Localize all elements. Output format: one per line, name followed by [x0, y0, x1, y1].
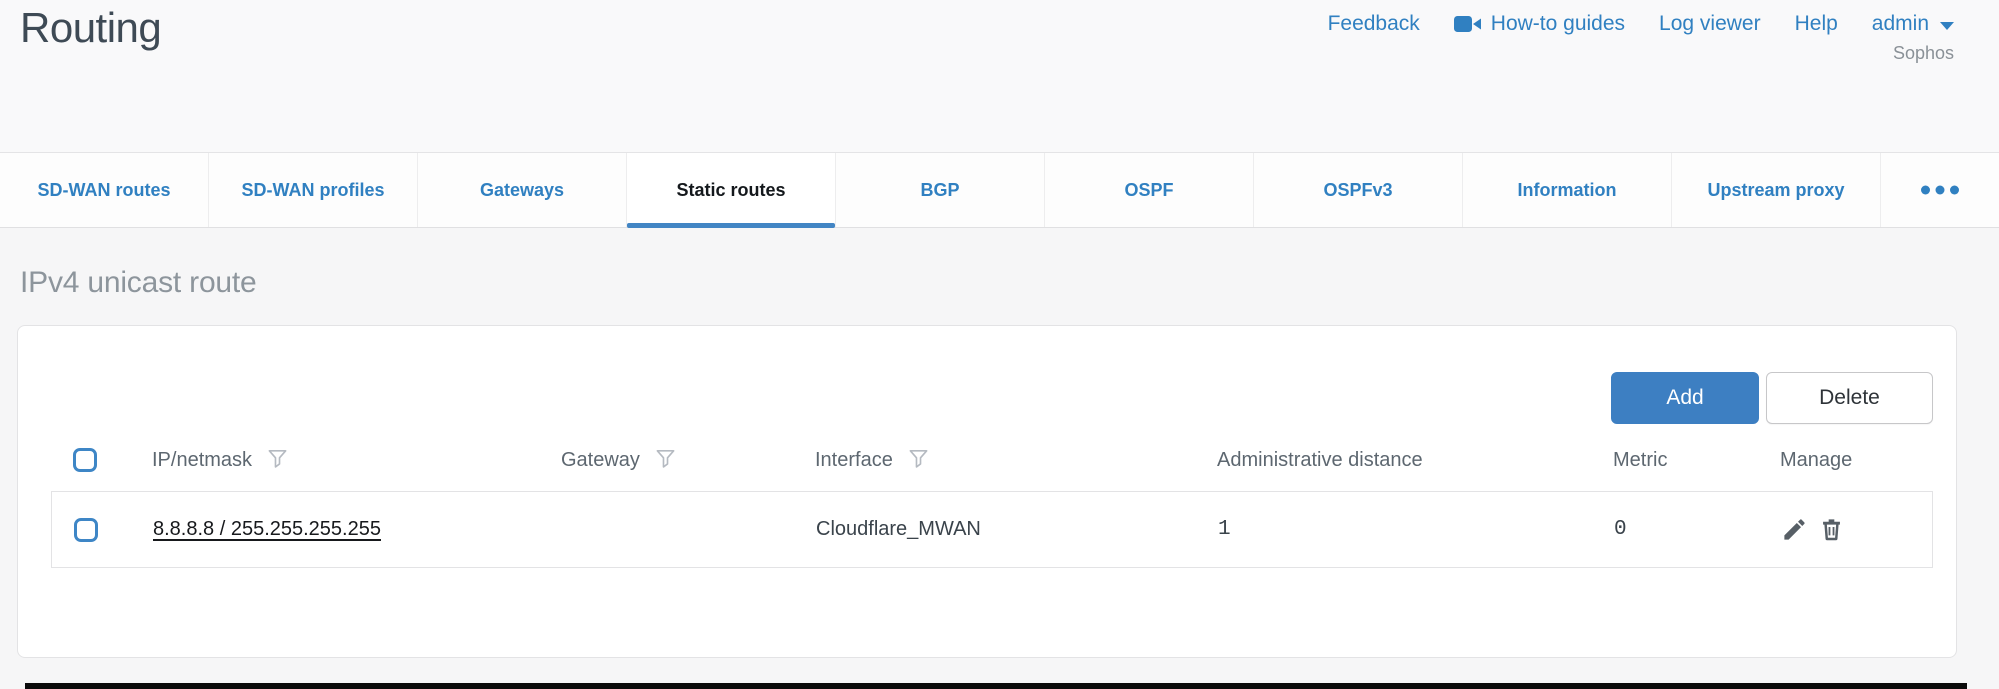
- tab-information[interactable]: Information: [1463, 153, 1672, 227]
- tab-sdwan-routes[interactable]: SD-WAN routes: [0, 153, 209, 227]
- howto-guides-label: How-to guides: [1491, 12, 1625, 36]
- tab-sdwan-profiles[interactable]: SD-WAN profiles: [209, 153, 418, 227]
- routes-card: Add Delete IP/netmask Gateway Interface: [17, 325, 1957, 658]
- route-link[interactable]: 8.8.8.8 / 255.255.255.255: [153, 518, 381, 541]
- column-manage: Manage: [1780, 449, 1852, 472]
- admin-menu-label: admin: [1872, 12, 1929, 36]
- ellipsis-icon: [1920, 185, 1960, 195]
- administrative-distance-cell: 1: [1212, 518, 1608, 541]
- filter-icon[interactable]: [654, 447, 677, 476]
- edit-icon[interactable]: [1781, 516, 1808, 543]
- help-link[interactable]: Help: [1795, 12, 1838, 36]
- delete-icon[interactable]: [1818, 516, 1845, 543]
- tab-gateways[interactable]: Gateways: [418, 153, 627, 227]
- admin-menu[interactable]: admin: [1872, 12, 1954, 36]
- row-checkbox[interactable]: [74, 518, 98, 542]
- column-ip-netmask: IP/netmask: [152, 449, 252, 472]
- metric-cell: 0: [1608, 518, 1775, 541]
- table-header: IP/netmask Gateway Interface Administrat…: [51, 434, 1933, 486]
- feedback-link[interactable]: Feedback: [1328, 12, 1420, 36]
- table-toolbar: Add Delete: [1611, 372, 1933, 424]
- header-utility-area: Feedback How-to guides Log viewer Help a…: [1328, 12, 1954, 64]
- column-administrative-distance: Administrative distance: [1217, 449, 1423, 472]
- column-gateway: Gateway: [561, 449, 640, 472]
- log-viewer-link[interactable]: Log viewer: [1659, 12, 1761, 36]
- header-nav: Feedback How-to guides Log viewer Help a…: [1328, 12, 1954, 36]
- select-all-checkbox[interactable]: [73, 448, 97, 472]
- tab-bgp[interactable]: BGP: [836, 153, 1045, 227]
- window-edge: [25, 683, 1967, 689]
- table-row: 8.8.8.8 / 255.255.255.255 Cloudflare_MWA…: [51, 491, 1933, 568]
- tab-ospf[interactable]: OSPF: [1045, 153, 1254, 227]
- section-heading: IPv4 unicast route: [20, 266, 1999, 300]
- tab-ospfv3[interactable]: OSPFv3: [1254, 153, 1463, 227]
- add-button[interactable]: Add: [1611, 372, 1759, 424]
- howto-guides-link[interactable]: How-to guides: [1454, 12, 1625, 36]
- column-metric: Metric: [1613, 449, 1667, 472]
- column-interface: Interface: [815, 449, 893, 472]
- filter-icon[interactable]: [907, 447, 930, 476]
- tab-overflow-button[interactable]: [1881, 153, 1999, 227]
- org-label: Sophos: [1328, 43, 1954, 64]
- page-title: Routing: [20, 4, 161, 52]
- manage-cell: [1775, 516, 1932, 543]
- delete-button[interactable]: Delete: [1766, 372, 1933, 424]
- tab-bar: SD-WAN routes SD-WAN profiles Gateways S…: [0, 152, 1999, 228]
- tab-upstream-proxy[interactable]: Upstream proxy: [1672, 153, 1881, 227]
- content-area: IPv4 unicast route Add Delete IP/netmask…: [0, 228, 1999, 689]
- tab-static-routes[interactable]: Static routes: [627, 153, 836, 227]
- caret-down-icon: [1940, 22, 1954, 30]
- video-camera-icon: [1454, 14, 1482, 34]
- filter-icon[interactable]: [266, 447, 289, 476]
- page-header: Routing Feedback How-to guides Log viewe…: [0, 0, 1999, 152]
- interface-cell: Cloudflare_MWAN: [816, 518, 1212, 541]
